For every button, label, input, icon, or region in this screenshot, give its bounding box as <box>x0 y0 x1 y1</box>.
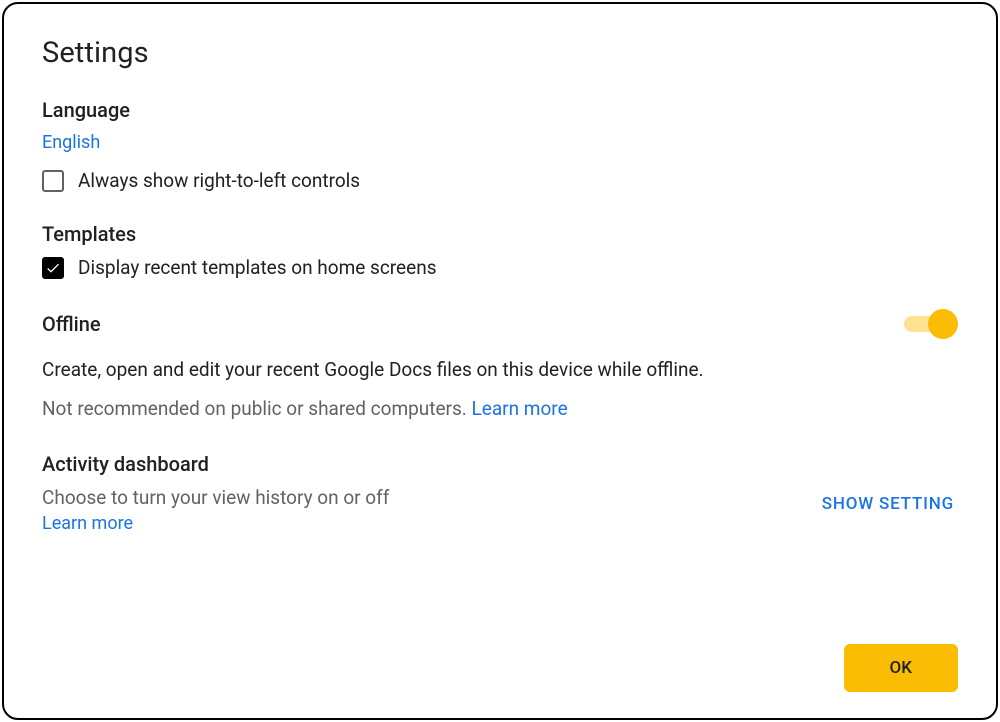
offline-warning-row: Not recommended on public or shared comp… <box>42 396 958 423</box>
templates-header: Templates <box>42 222 958 246</box>
offline-header-row: Offline <box>42 309 958 339</box>
dialog-title: Settings <box>42 36 958 70</box>
toggle-thumb <box>928 309 958 339</box>
dialog-footer: OK <box>42 644 958 692</box>
language-current-link[interactable]: English <box>42 132 100 153</box>
templates-checkbox-row: Display recent templates on home screens <box>42 256 958 279</box>
language-header: Language <box>42 98 958 122</box>
ok-button[interactable]: OK <box>844 644 958 692</box>
rtl-checkbox[interactable] <box>42 170 64 192</box>
activity-row: Choose to turn your view history on or o… <box>42 486 958 534</box>
language-section: Language English Always show right-to-le… <box>42 98 958 192</box>
show-setting-button[interactable]: SHOW SETTING <box>818 486 958 522</box>
activity-left: Choose to turn your view history on or o… <box>42 486 798 534</box>
rtl-checkbox-row: Always show right-to-left controls <box>42 169 958 192</box>
templates-recent-checkbox[interactable] <box>42 257 64 279</box>
activity-header: Activity dashboard <box>42 452 958 476</box>
rtl-checkbox-label[interactable]: Always show right-to-left controls <box>78 169 360 192</box>
templates-section: Templates Display recent templates on ho… <box>42 222 958 279</box>
settings-dialog: Settings Language English Always show ri… <box>2 2 998 720</box>
activity-learn-more-link[interactable]: Learn more <box>42 513 133 534</box>
offline-description: Create, open and edit your recent Google… <box>42 357 958 384</box>
offline-toggle[interactable] <box>904 309 958 339</box>
activity-description: Choose to turn your view history on or o… <box>42 486 798 509</box>
check-icon <box>45 260 61 276</box>
activity-section: Activity dashboard Choose to turn your v… <box>42 452 958 534</box>
offline-learn-more-link[interactable]: Learn more <box>472 397 568 420</box>
offline-header: Offline <box>42 312 101 336</box>
offline-section: Offline Create, open and edit your recen… <box>42 309 958 422</box>
offline-warning-text: Not recommended on public or shared comp… <box>42 397 472 420</box>
templates-recent-label[interactable]: Display recent templates on home screens <box>78 256 437 279</box>
